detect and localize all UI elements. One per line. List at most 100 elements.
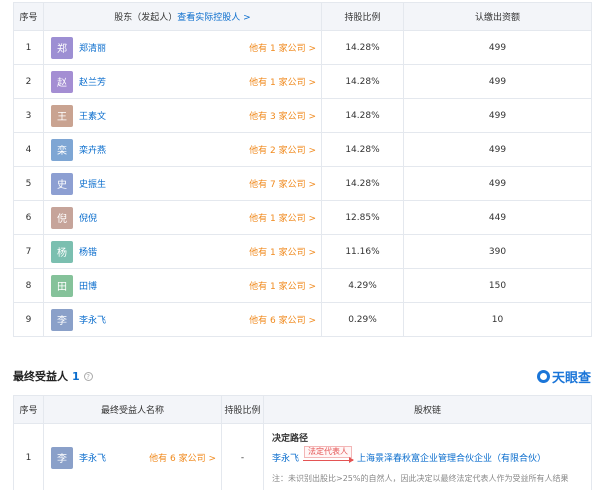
- avatar: 栾: [51, 138, 73, 161]
- row-index: 6: [13, 200, 44, 235]
- other-companies-link[interactable]: 他有 1 家公司 >: [249, 279, 316, 292]
- shareholder-cell: 栾 栾卉燕 他有 2 家公司 >: [43, 132, 322, 167]
- col-ratio: 持股比例: [321, 2, 404, 31]
- shareholder-table: 序号 股东（发起人）查看实际控股人 > 持股比例 认缴出资额 1 郑 郑清丽 他…: [13, 2, 592, 337]
- arrow-right-icon: [303, 457, 355, 463]
- shareholder-header-row: 序号 股东（发起人）查看实际控股人 > 持股比例 认缴出资额: [13, 2, 592, 31]
- shareholding-ratio: 12.85%: [321, 200, 404, 235]
- other-companies-link[interactable]: 他有 3 家公司 >: [249, 109, 316, 122]
- row-index: 5: [13, 166, 44, 201]
- tianyancha-logo: 天眼查: [536, 367, 591, 386]
- legal-rep-tag: 法定代表人: [304, 446, 353, 458]
- shareholding-ratio: -: [221, 423, 264, 490]
- other-companies-link[interactable]: 他有 7 家公司 >: [249, 177, 316, 190]
- row-index: 9: [13, 302, 44, 337]
- shareholder-name-link[interactable]: 栾卉燕: [79, 143, 106, 156]
- subscribed-capital: 390: [403, 234, 592, 269]
- row-index: 8: [13, 268, 44, 303]
- table-row: 2 赵 赵兰芳 他有 1 家公司 > 14.28% 499: [13, 64, 592, 99]
- help-icon[interactable]: ?: [83, 371, 93, 381]
- shareholder-name-link[interactable]: 赵兰芳: [79, 75, 106, 88]
- shareholder-cell: 赵 赵兰芳 他有 1 家公司 >: [43, 64, 322, 99]
- col-index: 序号: [13, 395, 44, 424]
- shareholder-name-link[interactable]: 田博: [79, 279, 97, 292]
- row-index: 7: [13, 234, 44, 269]
- avatar: 倪: [51, 206, 73, 229]
- other-companies-link[interactable]: 他有 1 家公司 >: [249, 41, 316, 54]
- beneficiary-table: 序号 最终受益人名称 持股比例 股权链 1 李 李永飞 他有 6 家公司 > -…: [13, 395, 592, 490]
- shareholder-name-link[interactable]: 史振生: [79, 177, 106, 190]
- col-equity-chain: 股权链: [263, 395, 592, 424]
- view-actual-controller-link[interactable]: 查看实际控股人 >: [177, 13, 250, 23]
- shareholding-ratio: 14.28%: [321, 132, 404, 167]
- beneficiary-title: 最终受益人: [13, 370, 68, 383]
- row-index: 1: [13, 423, 44, 490]
- other-companies-link[interactable]: 他有 6 家公司 >: [149, 451, 216, 464]
- table-row: 5 史 史振生 他有 7 家公司 > 14.28% 499: [13, 166, 592, 201]
- subscribed-capital: 150: [403, 268, 592, 303]
- table-row: 8 田 田博 他有 1 家公司 > 4.29% 150: [13, 268, 592, 303]
- decision-path-title: 决定路径: [272, 434, 309, 444]
- avatar: 杨: [51, 240, 73, 263]
- logo-text: 天眼查: [551, 370, 591, 386]
- shareholder-name-link[interactable]: 郑清丽: [79, 41, 106, 54]
- other-companies-link[interactable]: 他有 6 家公司 >: [249, 313, 316, 326]
- shareholder-name-link[interactable]: 王素文: [79, 109, 106, 122]
- beneficiary-section-header: 最终受益人 1 ? 天眼查: [13, 366, 591, 386]
- shareholder-name-link[interactable]: 杨锴: [79, 245, 97, 258]
- subscribed-capital: 10: [403, 302, 592, 337]
- beneficiary-header-row: 序号 最终受益人名称 持股比例 股权链: [13, 395, 592, 424]
- shareholder-cell: 王 王素文 他有 3 家公司 >: [43, 98, 322, 133]
- subscribed-capital: 499: [403, 166, 592, 201]
- avatar: 王: [51, 104, 73, 127]
- subscribed-capital: 449: [403, 200, 592, 235]
- other-companies-link[interactable]: 他有 1 家公司 >: [249, 211, 316, 224]
- avatar: 李: [51, 308, 73, 331]
- beneficiary-cell: 李 李永飞 他有 6 家公司 >: [43, 423, 222, 490]
- shareholding-ratio: 11.16%: [321, 234, 404, 269]
- col-index: 序号: [13, 2, 44, 31]
- shareholding-ratio: 14.28%: [321, 64, 404, 99]
- chain-arrow: 法定代表人: [303, 446, 355, 463]
- shareholder-name-link[interactable]: 李永飞: [79, 313, 106, 326]
- shareholder-cell: 郑 郑清丽 他有 1 家公司 >: [43, 30, 322, 65]
- row-index: 2: [13, 64, 44, 99]
- shareholding-ratio: 4.29%: [321, 268, 404, 303]
- row-index: 1: [13, 30, 44, 65]
- other-companies-link[interactable]: 他有 1 家公司 >: [249, 245, 316, 258]
- table-row: 4 栾 栾卉燕 他有 2 家公司 > 14.28% 499: [13, 132, 592, 167]
- shareholder-name-link[interactable]: 倪倪: [79, 211, 97, 224]
- equity-chain-path: 李永飞 法定代表人 上海景泽春秋富企业管理合伙企业（有限合伙）: [272, 446, 583, 465]
- avatar: 郑: [51, 36, 73, 59]
- subscribed-capital: 499: [403, 98, 592, 133]
- logo-mark-icon: [536, 369, 550, 383]
- other-companies-link[interactable]: 他有 2 家公司 >: [249, 143, 316, 156]
- shareholder-cell: 史 史振生 他有 7 家公司 >: [43, 166, 322, 201]
- subscribed-capital: 499: [403, 132, 592, 167]
- shareholder-cell: 李 李永飞 他有 6 家公司 >: [43, 302, 322, 337]
- equity-chain-cell: 决定路径 李永飞 法定代表人 上海景泽春秋富企业管理合伙企业（有限合伙） 注：未…: [263, 423, 592, 490]
- chain-note: 注：未识别出股比>25%的自然人，因此决定以最终法定代表人作为受益所有人结果: [272, 474, 569, 483]
- table-row: 9 李 李永飞 他有 6 家公司 > 0.29% 10: [13, 302, 592, 337]
- table-row: 1 李 李永飞 他有 6 家公司 > - 决定路径 李永飞 法定代表人 上海景泽…: [13, 423, 592, 490]
- other-companies-link[interactable]: 他有 1 家公司 >: [249, 75, 316, 88]
- shareholder-cell: 杨 杨锴 他有 1 家公司 >: [43, 234, 322, 269]
- table-row: 3 王 王素文 他有 3 家公司 > 14.28% 499: [13, 98, 592, 133]
- col-shareholder-label: 股东（发起人）: [114, 13, 178, 23]
- col-shareholder: 股东（发起人）查看实际控股人 >: [43, 2, 322, 31]
- table-row: 7 杨 杨锴 他有 1 家公司 > 11.16% 390: [13, 234, 592, 269]
- beneficiary-name-link[interactable]: 李永飞: [79, 451, 106, 464]
- table-row: 1 郑 郑清丽 他有 1 家公司 > 14.28% 499: [13, 30, 592, 65]
- avatar: 史: [51, 172, 73, 195]
- shareholding-ratio: 14.28%: [321, 98, 404, 133]
- chain-company-link[interactable]: 上海景泽春秋富企业管理合伙企业（有限合伙）: [357, 451, 546, 464]
- shareholding-ratio: 14.28%: [321, 30, 404, 65]
- avatar: 田: [51, 274, 73, 297]
- shareholding-ratio: 0.29%: [321, 302, 404, 337]
- shareholder-cell: 倪 倪倪 他有 1 家公司 >: [43, 200, 322, 235]
- shareholder-cell: 田 田博 他有 1 家公司 >: [43, 268, 322, 303]
- chain-person-link[interactable]: 李永飞: [272, 451, 299, 464]
- shareholding-ratio: 14.28%: [321, 166, 404, 201]
- avatar: 赵: [51, 70, 73, 93]
- col-beneficiary-name: 最终受益人名称: [43, 395, 222, 424]
